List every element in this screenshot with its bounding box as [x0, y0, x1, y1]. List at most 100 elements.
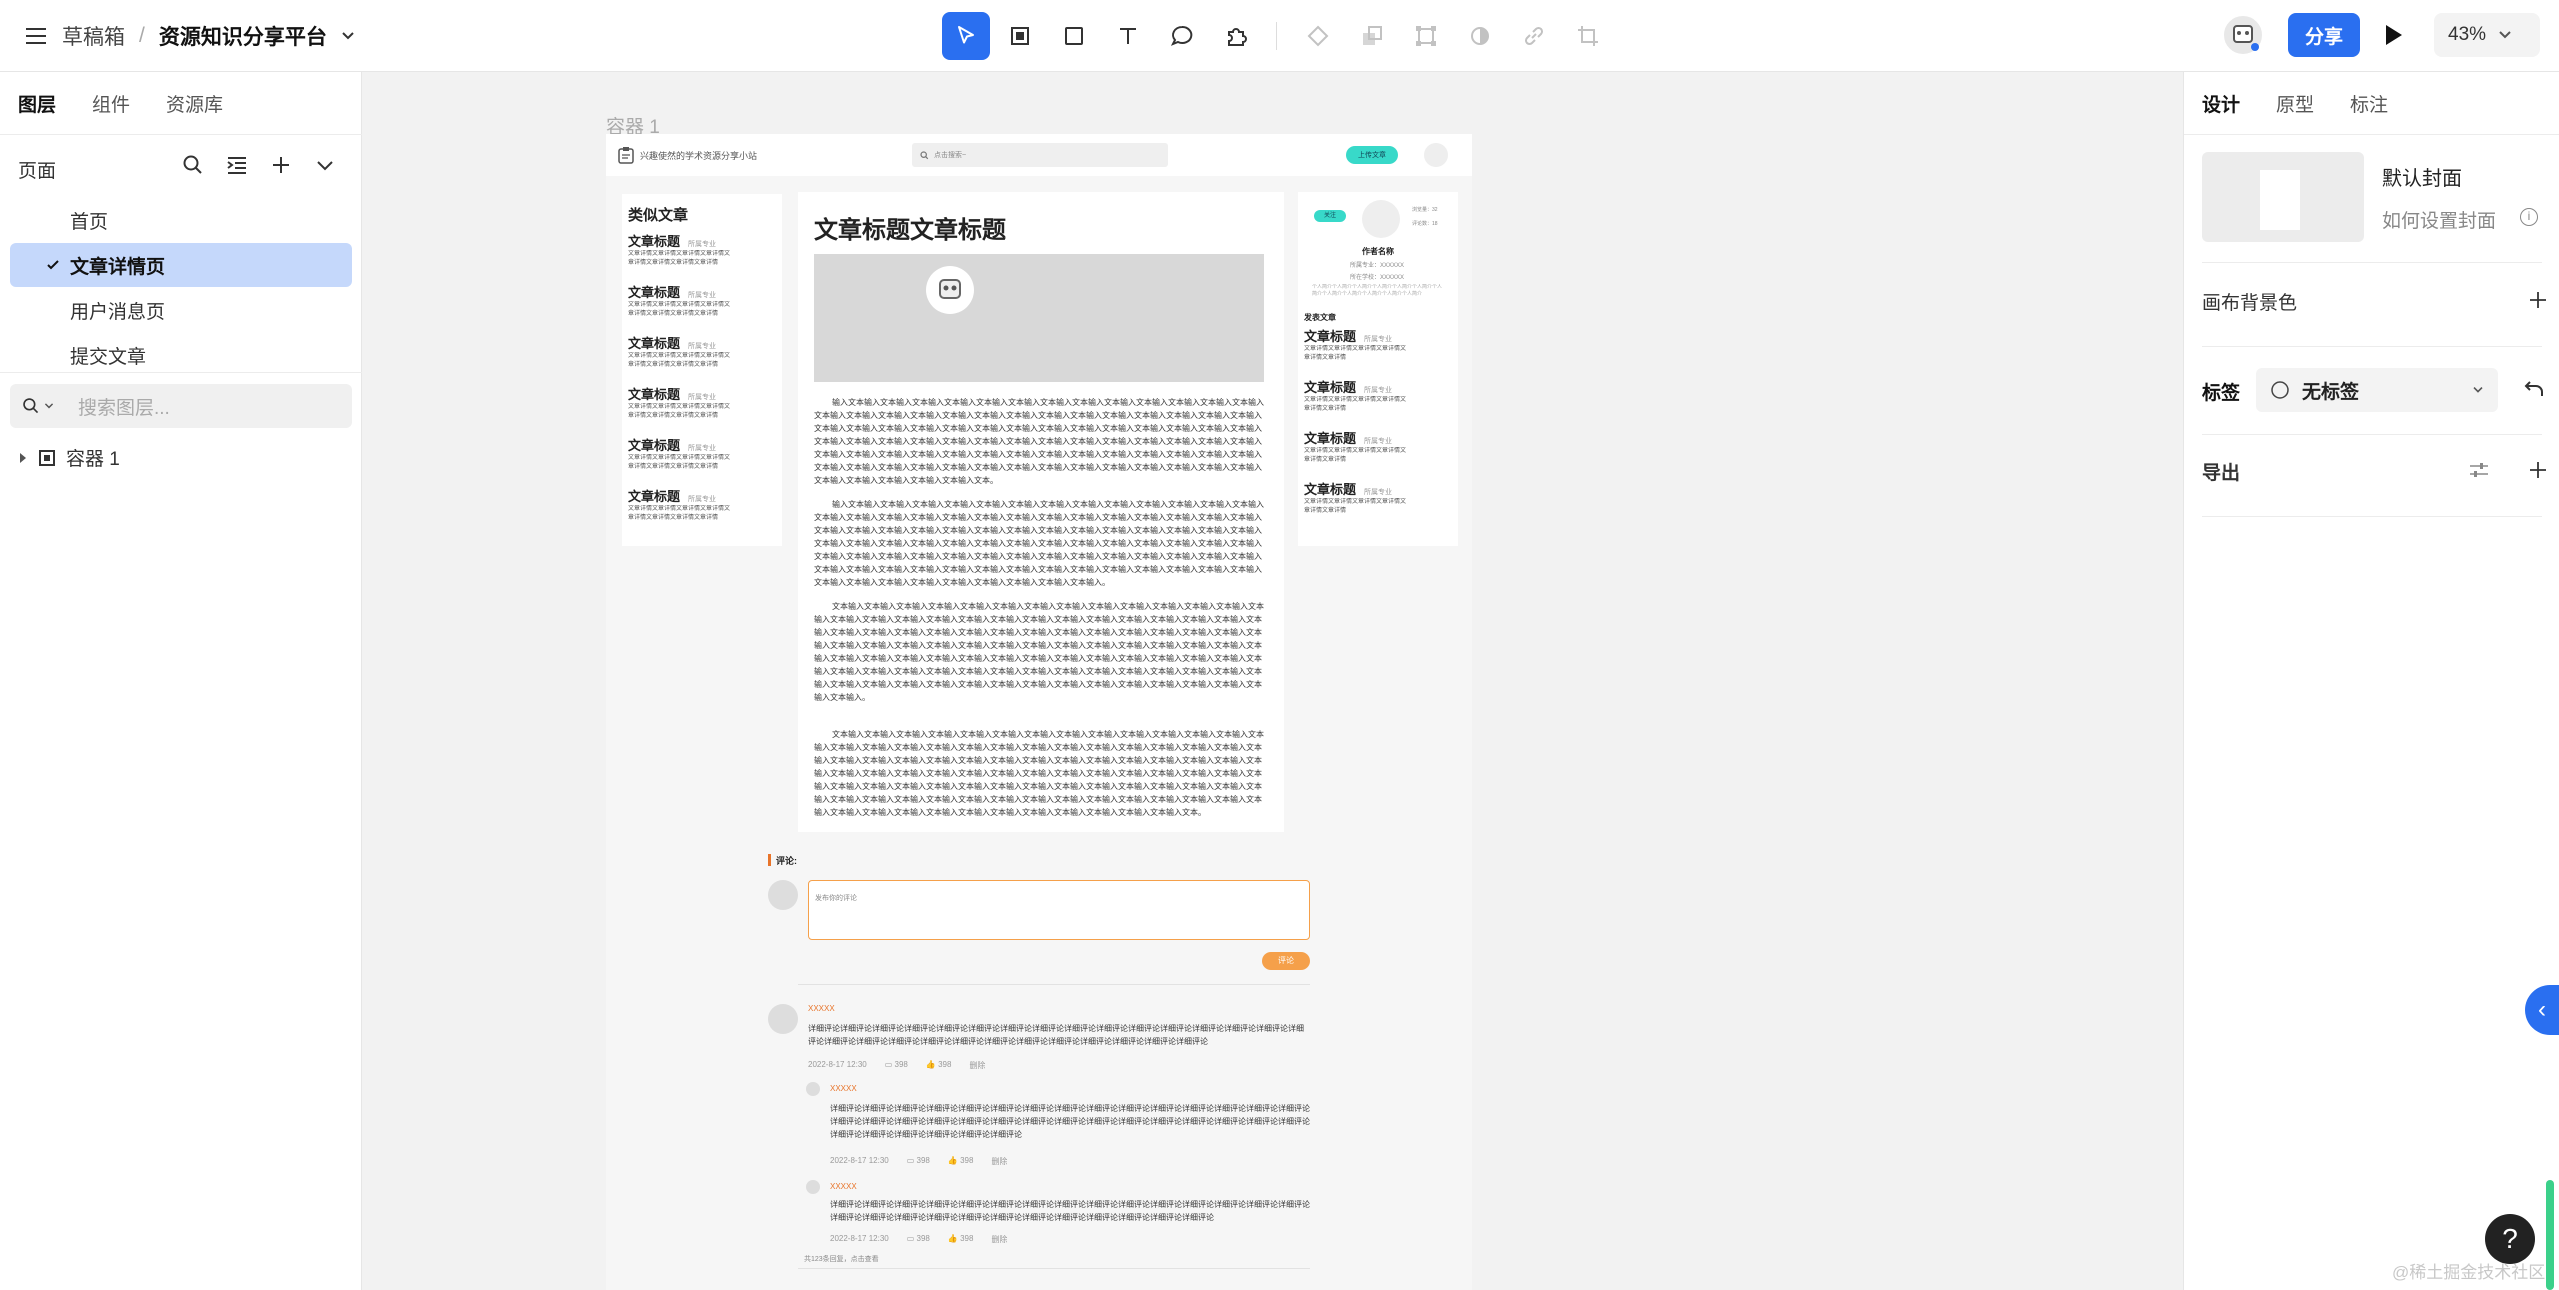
top-bar: 草稿箱 / 资源知识分享平台 分享 43% [0, 0, 2559, 72]
cover-thumbnail[interactable] [2202, 152, 2364, 242]
scrollbar-thumb[interactable] [2546, 1180, 2554, 1290]
commenter-avatar[interactable] [768, 1004, 798, 1034]
similar-article-desc: 文章详情文章详情文章详情文章详情文章详情文章详情文章详情文章详情 [628, 455, 731, 470]
tab-layers[interactable]: 图层 [18, 90, 56, 117]
group-icon [1416, 26, 1436, 46]
boolean-tool-button[interactable] [1348, 12, 1396, 60]
like-button[interactable]: 👍 398 [948, 1234, 974, 1245]
caret-right-icon[interactable] [18, 452, 28, 464]
similar-article-item[interactable]: 文章标题 所属专业 文章详情文章详情文章详情文章详情文章详情文章详情文章详情文章详情 [628, 435, 782, 486]
add-export-plus-icon[interactable] [2528, 460, 2548, 480]
mask-tool-button[interactable] [1456, 12, 1504, 60]
author-avatar[interactable] [1362, 200, 1400, 238]
site-search-input[interactable]: 点击搜索~ [934, 150, 966, 160]
delete-button[interactable]: 删除 [991, 1234, 1007, 1245]
commenter-name[interactable]: XXXXX [808, 1004, 835, 1013]
rectangle-icon [1065, 27, 1083, 45]
tab-prototype[interactable]: 原型 [2276, 90, 2314, 117]
search-icon[interactable] [182, 154, 204, 176]
chevron-down-icon[interactable] [314, 154, 336, 176]
hamburger-menu-icon[interactable] [26, 27, 48, 45]
similar-article-item[interactable]: 文章标题 所属专业 文章详情文章详情文章详情文章详情文章详情文章详情文章详情文章详情 [628, 333, 782, 384]
rectangle-tool-button[interactable] [1050, 12, 1098, 60]
commenter-name[interactable]: XXXXX [830, 1084, 857, 1093]
delete-button[interactable]: 删除 [991, 1156, 1007, 1167]
group-tool-button[interactable] [1402, 12, 1450, 60]
link-icon [1524, 26, 1544, 46]
tab-assets[interactable]: 资源库 [166, 90, 223, 117]
commenter-name[interactable]: XXXXX [830, 1182, 857, 1191]
plugin-tool-button[interactable] [1212, 12, 1260, 60]
share-button[interactable]: 分享 [2288, 13, 2360, 57]
undo-icon[interactable] [2524, 378, 2546, 400]
cover-help-link[interactable]: 如何设置封面 [2382, 206, 2496, 233]
comment-meta: 2022-8-17 12:30 ▭ 398 👍 398 删除 [830, 1156, 1007, 1167]
page-item-home[interactable]: 首页 [10, 198, 352, 242]
indent-list-icon[interactable] [226, 154, 248, 176]
design-frame[interactable]: 兴趣使然的学术资源分享小站 点击搜索~ 上传文章 类似文章 文章标题 所属专业 文章… [606, 134, 1472, 1290]
crop-tool-button[interactable] [1564, 12, 1612, 60]
like-button[interactable]: 👍 398 [948, 1156, 974, 1167]
layer-search[interactable]: 搜索图层... [10, 384, 352, 428]
like-button[interactable]: 👍 398 [926, 1060, 952, 1071]
upload-article-button[interactable]: 上传文章 [1346, 146, 1398, 164]
tab-annotation[interactable]: 标注 [2350, 90, 2388, 117]
page-item-user-messages[interactable]: 用户消息页 [10, 288, 352, 332]
component-tool-button[interactable] [1294, 12, 1342, 60]
delete-button[interactable]: 删除 [969, 1060, 985, 1071]
commenter-avatar[interactable] [806, 1180, 820, 1194]
user-avatar[interactable] [2222, 14, 2264, 56]
article-paragraph: 文本输入文本输入文本输入文本输入文本输入文本输入文本输入文本输入文本输入文本输入… [814, 602, 1264, 702]
site-search[interactable]: 点击搜索~ [912, 143, 1168, 167]
article-paragraph: 文本输入文本输入文本输入文本输入文本输入文本输入文本输入文本输入文本输入文本输入… [814, 730, 1264, 817]
similar-article-item[interactable]: 文章标题 所属专业 文章详情文章详情文章详情文章详情文章详情文章详情文章详情文章详情 [628, 384, 782, 435]
comment-submit-button[interactable]: 评论 [1262, 952, 1310, 970]
tab-design[interactable]: 设计 [2202, 90, 2240, 117]
author-post-item[interactable]: 文章标题 所属专业 文章详情文章详情文章详情文章详情文章详情文章详情 [1304, 479, 1408, 530]
author-post-title: 文章标题 [1304, 380, 1357, 395]
chevron-down-icon [2473, 387, 2483, 393]
reply-button[interactable]: ▭ 398 [885, 1060, 908, 1071]
author-post-desc: 文章详情文章详情文章详情文章详情文章详情文章详情 [1304, 346, 1407, 361]
commenter-avatar[interactable] [806, 1082, 820, 1096]
author-post-item[interactable]: 文章标题 所属专业 文章详情文章详情文章详情文章详情文章详情文章详情 [1304, 326, 1408, 377]
replies-footer-link[interactable]: 共123条回复，点击查看 [804, 1254, 879, 1264]
plus-icon[interactable] [270, 154, 292, 176]
frame-tool-button[interactable] [996, 12, 1044, 60]
tag-select[interactable]: 无标签 [2256, 368, 2498, 412]
select-tool-button[interactable] [942, 12, 990, 60]
help-button[interactable]: ? [2485, 1214, 2535, 1264]
info-icon[interactable]: i [2520, 208, 2538, 226]
chevron-down-icon[interactable] [341, 31, 355, 41]
similar-article-item[interactable]: 文章标题 所属专业 文章详情文章详情文章详情文章详情文章详情文章详情文章详情文章详情 [628, 486, 782, 537]
author-post-meta: 所属专业 [1364, 438, 1393, 445]
layer-item-container[interactable]: 容器 1 [18, 444, 120, 471]
project-name[interactable]: 资源知识分享平台 [159, 21, 327, 51]
zoom-control[interactable]: 43% [2434, 13, 2540, 57]
similar-article-desc: 文章详情文章详情文章详情文章详情文章详情文章详情文章详情文章详情 [628, 353, 731, 368]
add-canvas-bg-plus-icon[interactable] [2528, 290, 2548, 310]
breadcrumb-root[interactable]: 草稿箱 [62, 21, 125, 51]
play-preview-icon[interactable] [2382, 22, 2404, 48]
page-item-article-detail[interactable]: 文章详情页 [10, 243, 352, 287]
site-user-avatar[interactable] [1424, 143, 1448, 167]
similar-article-item[interactable]: 文章标题 所属专业 文章详情文章详情文章详情文章详情文章详情文章详情文章详情文章详情 [628, 282, 782, 333]
layer-search-input[interactable]: 搜索图层... [78, 393, 170, 420]
similar-article-item[interactable]: 文章标题 所属专业 文章详情文章详情文章详情文章详情文章详情文章详情文章详情文章详情 [628, 231, 782, 282]
author-post-item[interactable]: 文章标题 所属专业 文章详情文章详情文章详情文章详情文章详情文章详情 [1304, 428, 1408, 479]
reply-button[interactable]: ▭ 398 [907, 1234, 930, 1245]
comment-input[interactable]: 发布你的评论 [808, 880, 1310, 940]
comment-tool-button[interactable] [1158, 12, 1206, 60]
page-item-submit-article[interactable]: 提交文章 [10, 333, 352, 377]
tab-components[interactable]: 组件 [92, 90, 130, 117]
my-avatar [768, 880, 798, 910]
follow-badge[interactable]: 关注 [1314, 210, 1346, 222]
author-post-title: 文章标题 [1304, 431, 1357, 446]
reply-button[interactable]: ▭ 398 [907, 1156, 930, 1167]
watermark: @稀土掘金技术社区 [2392, 1263, 2546, 1282]
author-post-title: 文章标题 [1304, 482, 1357, 497]
export-settings-icon[interactable] [2468, 460, 2490, 480]
text-tool-button[interactable] [1104, 12, 1152, 60]
link-tool-button[interactable] [1510, 12, 1558, 60]
author-post-item[interactable]: 文章标题 所属专业 文章详情文章详情文章详情文章详情文章详情文章详情 [1304, 377, 1408, 428]
